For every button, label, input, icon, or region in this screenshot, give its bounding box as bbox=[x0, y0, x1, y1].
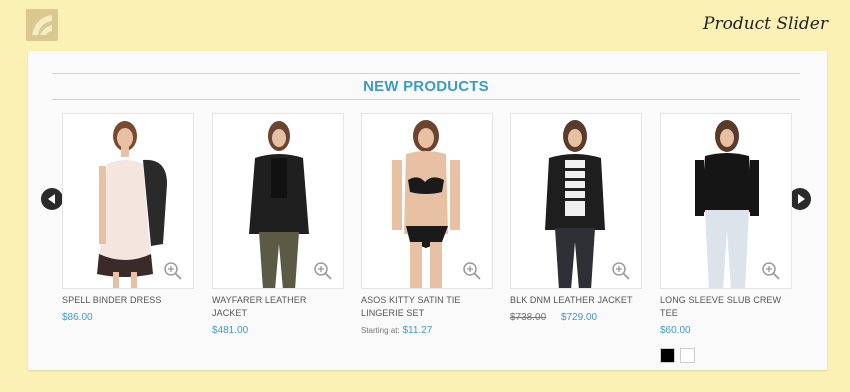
section-header: NEW PRODUCTS bbox=[52, 73, 800, 100]
zoom-in-icon[interactable] bbox=[761, 261, 781, 281]
chevron-left-icon bbox=[47, 194, 55, 204]
product-image[interactable] bbox=[212, 113, 344, 289]
next-arrow-button[interactable] bbox=[789, 188, 811, 210]
zoom-in-icon[interactable] bbox=[462, 261, 482, 281]
page-title: Product Slider bbox=[703, 14, 828, 34]
product-image[interactable] bbox=[510, 113, 642, 289]
product-price-block: $738.00 $729.00 bbox=[510, 312, 642, 323]
swatch-black[interactable] bbox=[660, 348, 675, 363]
product-card: ASOS KITTY SATIN TIE LINGERIE SET Starti… bbox=[361, 113, 493, 336]
swatch-white[interactable] bbox=[680, 348, 695, 363]
starting-at-label: Starting at: bbox=[361, 326, 400, 335]
section-title: NEW PRODUCTS bbox=[363, 78, 489, 95]
chevron-right-icon bbox=[797, 194, 805, 204]
product-slider-panel: NEW PRODUCTS SPELL BINDER DRESS $86.00 W… bbox=[28, 51, 827, 370]
product-name[interactable]: LONG SLEEVE SLUB CREW TEE bbox=[660, 294, 792, 320]
product-card: SPELL BINDER DRESS $86.00 bbox=[62, 113, 194, 323]
old-price: $738.00 bbox=[510, 312, 547, 323]
product-name[interactable]: SPELL BINDER DRESS bbox=[62, 294, 194, 307]
store-logo bbox=[26, 9, 58, 41]
product-image[interactable] bbox=[62, 113, 194, 289]
color-swatches bbox=[660, 348, 792, 363]
product-name[interactable]: WAYFARER LEATHER JACKET bbox=[212, 294, 344, 320]
product-price: $11.27 bbox=[402, 325, 433, 336]
product-card: LONG SLEEVE SLUB CREW TEE $60.00 bbox=[660, 113, 792, 363]
product-name[interactable]: ASOS KITTY SATIN TIE LINGERIE SET bbox=[361, 294, 493, 320]
zoom-in-icon[interactable] bbox=[163, 261, 183, 281]
product-name[interactable]: BLK DNM LEATHER JACKET bbox=[510, 294, 642, 307]
product-card: WAYFARER LEATHER JACKET $481.00 bbox=[212, 113, 344, 336]
zoom-in-icon[interactable] bbox=[313, 261, 333, 281]
product-price: $86.00 bbox=[62, 312, 93, 323]
zoom-in-icon[interactable] bbox=[611, 261, 631, 281]
prev-arrow-button[interactable] bbox=[41, 188, 63, 210]
product-price-block: Starting at: $11.27 bbox=[361, 325, 493, 336]
product-price: $60.00 bbox=[660, 325, 691, 336]
product-price: $481.00 bbox=[212, 325, 249, 336]
product-card: BLK DNM LEATHER JACKET $738.00 $729.00 bbox=[510, 113, 642, 323]
product-image[interactable] bbox=[660, 113, 792, 289]
product-image[interactable] bbox=[361, 113, 493, 289]
product-price: $729.00 bbox=[560, 312, 598, 323]
